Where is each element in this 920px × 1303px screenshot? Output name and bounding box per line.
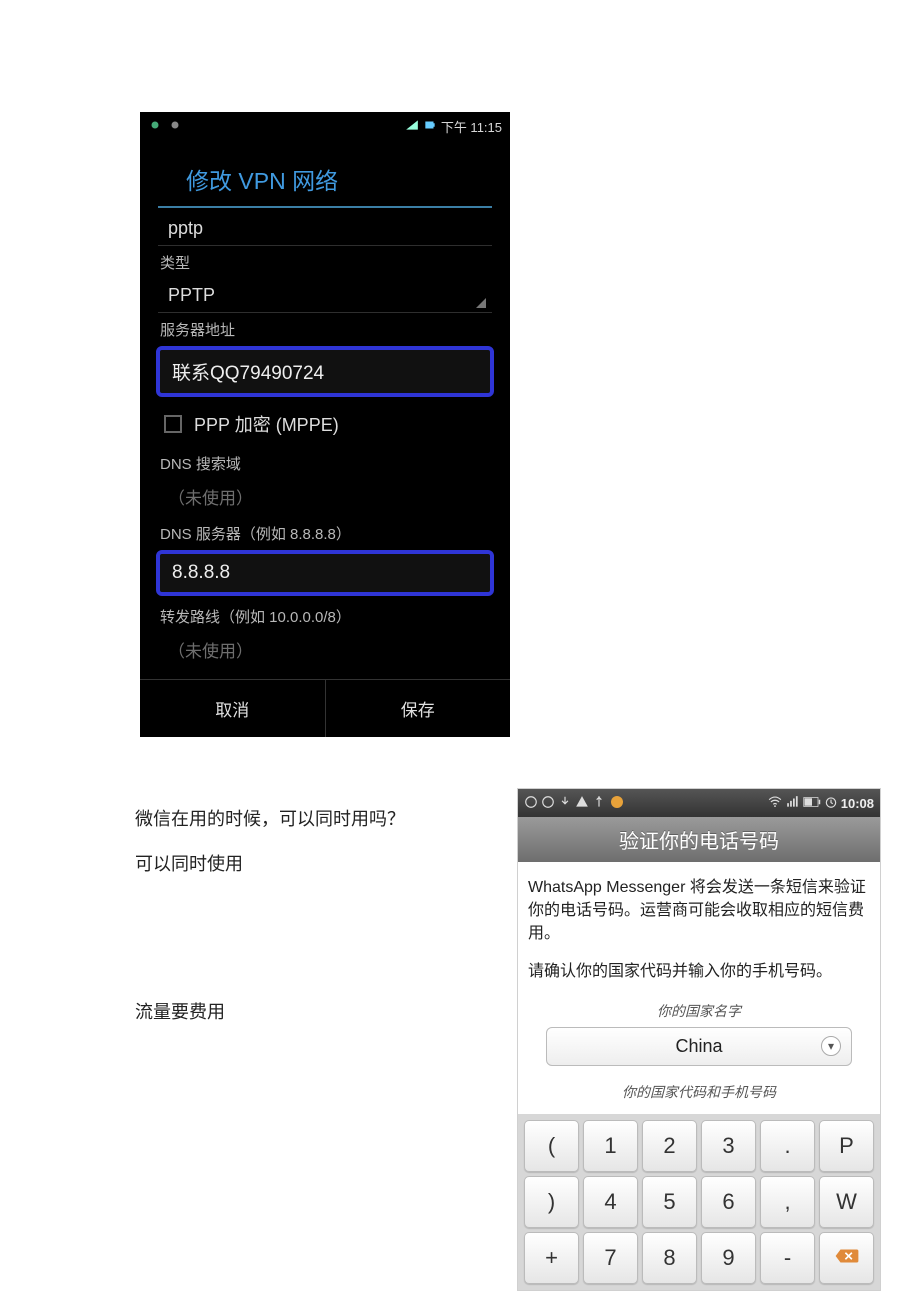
- chevron-down-icon: ▾: [821, 1036, 841, 1056]
- forward-route-input[interactable]: （未使用）: [158, 629, 492, 670]
- vpn-settings-screenshot: 下午 11:15 修改 VPN 网络 pptp 类型 PPTP 服务器地址 联系…: [140, 112, 510, 737]
- doc-note: 流量要费用: [135, 998, 225, 1027]
- doc-question-1: 微信在用的时候，可以同时用吗？: [135, 805, 405, 834]
- key-7[interactable]: 7: [583, 1232, 638, 1284]
- screen-title: 验证你的电话号码: [518, 817, 880, 862]
- status-time: 下午 11:15: [441, 117, 502, 136]
- dns-search-input[interactable]: （未使用）: [158, 476, 492, 517]
- key-p[interactable]: P: [819, 1120, 874, 1172]
- signal-icon: [405, 118, 419, 135]
- signal-icon: [786, 795, 800, 812]
- dns-server-label: DNS 服务器（例如 8.8.8.8）: [158, 517, 492, 546]
- wifi-icon: [767, 795, 783, 812]
- ppp-encryption-checkbox[interactable]: PPP 加密 (MPPE): [158, 401, 492, 447]
- key-3[interactable]: 3: [701, 1120, 756, 1172]
- numeric-keypad: ( 1 2 3 . P ) 4 5 6 , W + 7 8 9 -: [518, 1114, 880, 1290]
- server-address-label: 服务器地址: [158, 313, 492, 342]
- phone-number-hint: 你的国家代码和手机号码: [528, 1078, 870, 1108]
- warning-icon: [575, 795, 589, 812]
- key-1[interactable]: 1: [583, 1120, 638, 1172]
- whatsapp-verify-screenshot: 10:08 验证你的电话号码 WhatsApp Messenger 将会发送一条…: [517, 788, 881, 1291]
- type-label: 类型: [158, 246, 492, 275]
- key-minus[interactable]: -: [760, 1232, 815, 1284]
- key-paren-open[interactable]: (: [524, 1120, 579, 1172]
- vpn-status-icon: [148, 118, 162, 135]
- sync-status-icon: [168, 118, 182, 135]
- verify-body: WhatsApp Messenger 将会发送一条短信来验证你的电话号码。运营商…: [518, 862, 880, 1114]
- cancel-button[interactable]: 取消: [140, 680, 326, 737]
- chat-icon: [609, 794, 625, 813]
- ppp-encryption-label: PPP 加密 (MPPE): [194, 411, 339, 437]
- country-select[interactable]: China ▾: [546, 1027, 852, 1066]
- battery-icon: [423, 118, 437, 135]
- key-plus[interactable]: +: [524, 1232, 579, 1284]
- dns-server-input[interactable]: 8.8.8.8: [156, 550, 494, 596]
- server-address-input[interactable]: 联系QQ79490724: [156, 346, 494, 397]
- checkbox-icon: [164, 415, 182, 433]
- key-dot[interactable]: .: [760, 1120, 815, 1172]
- backspace-icon: [834, 1245, 860, 1271]
- country-name-hint: 你的国家名字: [528, 997, 870, 1027]
- country-value: China: [675, 1036, 722, 1057]
- key-paren-close[interactable]: ): [524, 1176, 579, 1228]
- forward-route-label: 转发路线（例如 10.0.0.0/8）: [158, 600, 492, 629]
- key-9[interactable]: 9: [701, 1232, 756, 1284]
- key-2[interactable]: 2: [642, 1120, 697, 1172]
- status-time: 10:08: [841, 796, 874, 811]
- key-4[interactable]: 4: [583, 1176, 638, 1228]
- status-icon: [524, 795, 538, 812]
- key-comma[interactable]: ,: [760, 1176, 815, 1228]
- vpn-name-input[interactable]: pptp: [158, 208, 492, 246]
- key-5[interactable]: 5: [642, 1176, 697, 1228]
- status-icon: [541, 795, 555, 812]
- download-icon: [558, 795, 572, 812]
- info-paragraph-2: 请确认你的国家代码并输入你的手机号码。: [528, 960, 870, 983]
- info-paragraph-1: WhatsApp Messenger 将会发送一条短信来验证你的电话号码。运营商…: [528, 876, 870, 946]
- key-6[interactable]: 6: [701, 1176, 756, 1228]
- status-bar: 下午 11:15: [140, 112, 510, 140]
- battery-icon: [803, 796, 821, 811]
- key-backspace[interactable]: [819, 1232, 874, 1284]
- key-w[interactable]: W: [819, 1176, 874, 1228]
- save-button[interactable]: 保存: [326, 680, 511, 737]
- doc-answer-1: 可以同时使用: [135, 850, 243, 879]
- type-dropdown[interactable]: PPTP: [158, 275, 492, 313]
- key-8[interactable]: 8: [642, 1232, 697, 1284]
- usb-icon: [592, 795, 606, 812]
- dns-search-label: DNS 搜索域: [158, 447, 492, 476]
- status-bar: 10:08: [518, 789, 880, 817]
- alarm-icon: [824, 795, 838, 812]
- screen-title: 修改 VPN 网络: [158, 140, 492, 208]
